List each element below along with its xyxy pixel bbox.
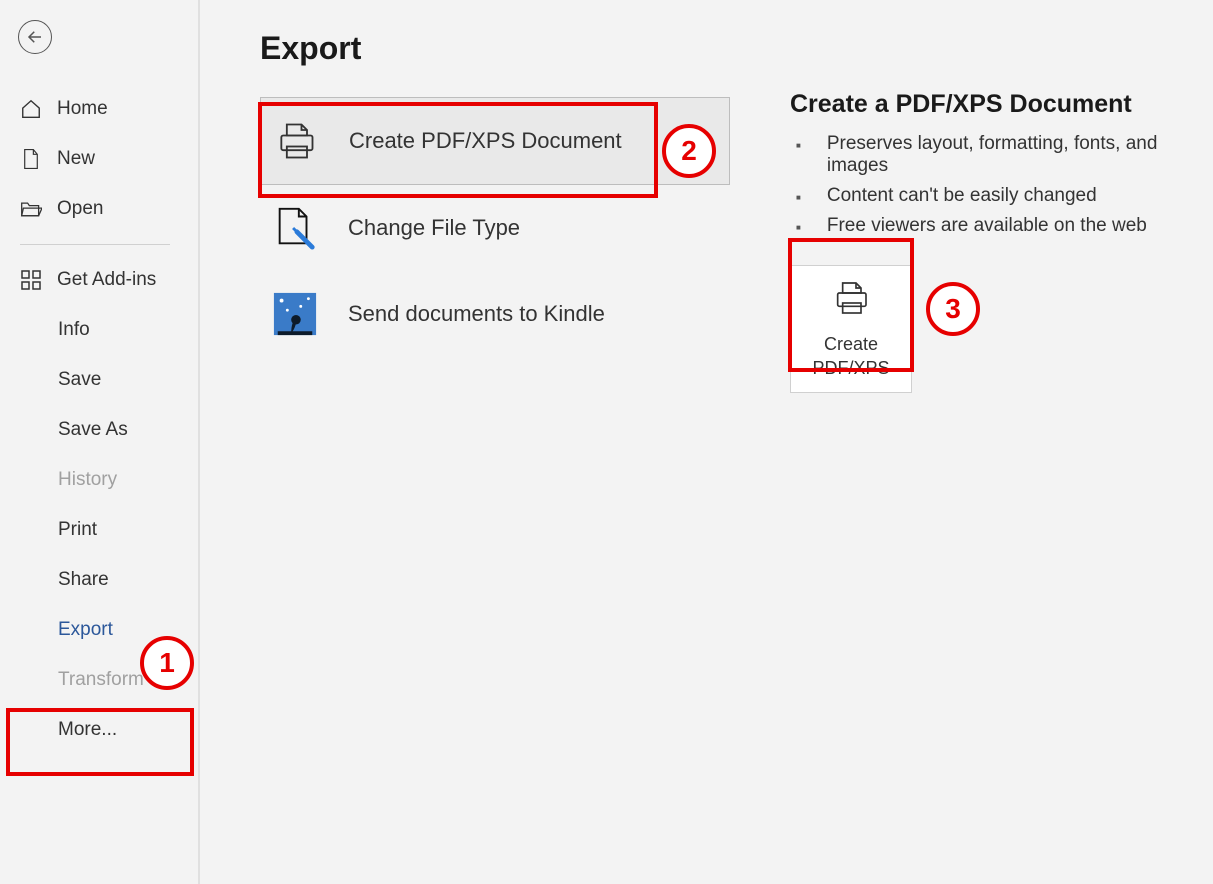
export-options-column: Export Create PDF/XPS Document: [260, 30, 760, 884]
sidebar-label: Transform: [58, 669, 144, 691]
pdf-printer-icon: [273, 118, 319, 164]
sidebar-item-more[interactable]: More...: [0, 705, 198, 755]
sidebar-divider: [20, 244, 170, 245]
bullet-text: Content can't be easily changed: [827, 185, 1097, 207]
addins-icon: [20, 269, 42, 291]
back-button[interactable]: [18, 20, 52, 54]
pdf-printer-icon: [831, 278, 871, 323]
sidebar-label: Save: [58, 369, 101, 391]
sidebar-item-saveas[interactable]: Save As: [0, 405, 198, 455]
sidebar-item-info[interactable]: Info: [0, 305, 198, 355]
sidebar-label: Export: [58, 619, 113, 641]
option-label: Create PDF/XPS Document: [349, 128, 622, 154]
detail-bullet: Free viewers are available on the web: [790, 215, 1213, 237]
sidebar-item-transform[interactable]: Transform: [0, 655, 198, 705]
sidebar-item-home[interactable]: Home: [0, 84, 198, 134]
sidebar-label: Open: [57, 198, 103, 220]
sidebar-label: Save As: [58, 419, 128, 441]
sidebar-item-print[interactable]: Print: [0, 505, 198, 555]
action-label: Create PDF/XPS: [812, 333, 889, 380]
page-title: Export: [260, 30, 760, 67]
sidebar-item-share[interactable]: Share: [0, 555, 198, 605]
option-send-to-kindle[interactable]: Send documents to Kindle: [260, 271, 760, 357]
sidebar-label: Share: [58, 569, 109, 591]
create-pdf-xps-button[interactable]: Create PDF/XPS: [790, 265, 912, 393]
sidebar-label: New: [57, 148, 95, 170]
annotation-callout-3: 3: [926, 282, 980, 336]
open-icon: [20, 198, 42, 220]
sidebar-label: Info: [58, 319, 90, 341]
sidebar-item-history: History: [0, 455, 198, 505]
detail-bullet-list: Preserves layout, formatting, fonts, and…: [790, 133, 1213, 237]
option-create-pdf-xps[interactable]: Create PDF/XPS Document: [260, 97, 730, 185]
sidebar-label: Home: [57, 98, 108, 120]
option-change-file-type[interactable]: Change File Type: [260, 185, 760, 271]
sidebar-label: Get Add-ins: [57, 269, 156, 291]
kindle-icon: [272, 291, 318, 337]
detail-bullet: Content can't be easily changed: [790, 185, 1213, 207]
export-detail-column: Create a PDF/XPS Document Preserves layo…: [760, 30, 1213, 884]
new-icon: [20, 148, 42, 170]
option-label: Change File Type: [348, 215, 520, 241]
option-label: Send documents to Kindle: [348, 301, 605, 327]
sidebar-item-get-addins[interactable]: Get Add-ins: [0, 255, 198, 305]
detail-title: Create a PDF/XPS Document: [790, 90, 1213, 119]
sidebar-item-new[interactable]: New: [0, 134, 198, 184]
home-icon: [20, 98, 42, 120]
bullet-text: Free viewers are available on the web: [827, 215, 1147, 237]
sidebar-item-save[interactable]: Save: [0, 355, 198, 405]
back-arrow-icon: [26, 28, 44, 46]
sidebar-item-export[interactable]: Export: [0, 605, 198, 655]
sidebar-label: Print: [58, 519, 97, 541]
sidebar-item-open[interactable]: Open: [0, 184, 198, 234]
backstage-sidebar: Home New Open Get A: [0, 0, 200, 884]
sidebar-label: History: [58, 469, 117, 491]
bullet-text: Preserves layout, formatting, fonts, and…: [827, 133, 1213, 177]
main-panel: Export Create PDF/XPS Document: [200, 0, 1213, 884]
detail-bullet: Preserves layout, formatting, fonts, and…: [790, 133, 1213, 177]
change-filetype-icon: [272, 205, 318, 251]
sidebar-label: More...: [58, 719, 117, 741]
